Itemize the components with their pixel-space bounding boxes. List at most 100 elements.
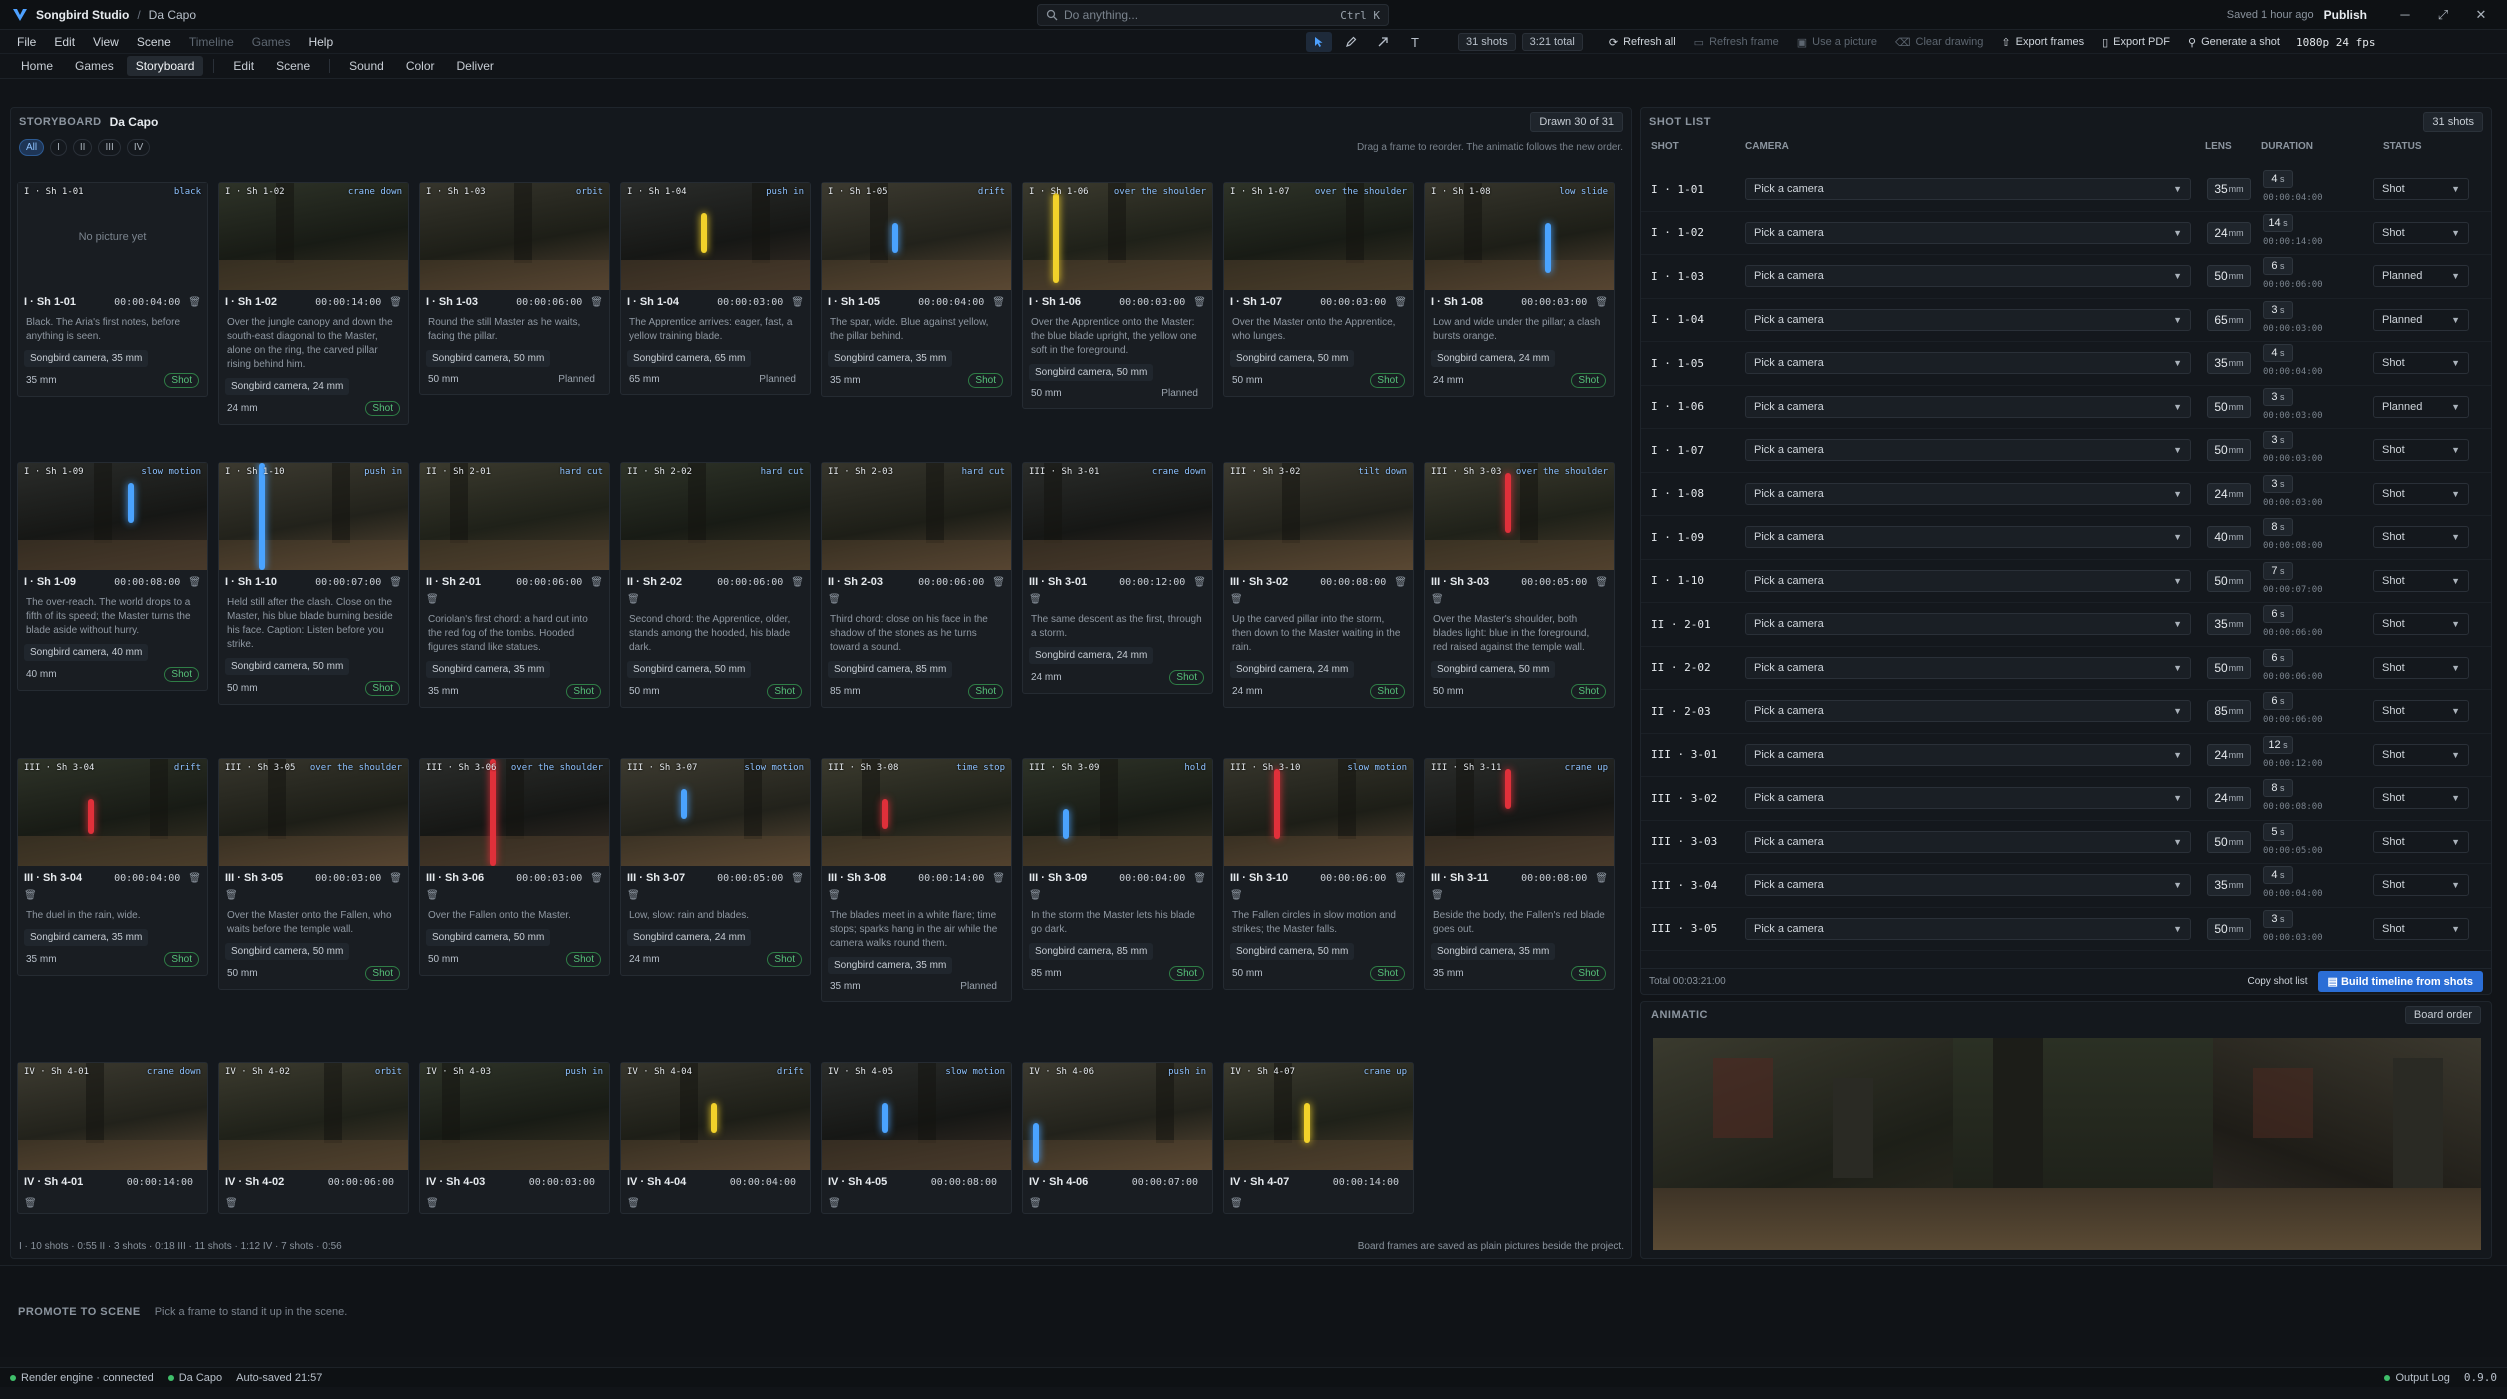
camera-chip[interactable]: Songbird camera, 24 mm [225,378,350,395]
trash-icon[interactable]: 🗑 [627,594,640,605]
storyboard-card[interactable]: I · Sh 1-09 slow motion I · Sh 1-09 00:0… [17,462,208,691]
trash-icon[interactable]: 🗑 [188,873,201,884]
trash-icon[interactable]: 🗑 [1431,594,1444,605]
storyboard-card[interactable]: III · Sh 3-07 slow motion III · Sh 3-07 … [620,758,811,976]
tab-scene[interactable]: Scene [267,56,319,76]
lens-input[interactable]: 24 mm [2207,787,2251,810]
trash-icon[interactable]: 🗑 [828,1198,841,1209]
status-select[interactable]: Shot ▼ [2373,221,2469,244]
tab-storyboard[interactable]: Storyboard [126,56,204,76]
frame-thumbnail[interactable]: III · Sh 3-03 over the shoulder [1425,463,1614,570]
camera-select[interactable]: Pick a camera ▼ [1745,787,2191,810]
status-select[interactable]: Shot ▼ [2373,656,2469,679]
camera-select[interactable]: Pick a camera ▼ [1745,439,2191,462]
minimize-icon[interactable]: ─ [2391,7,2419,22]
trash-icon[interactable]: 🗑 [188,577,201,588]
status-select[interactable]: Shot ▼ [2373,439,2469,462]
tab-games[interactable]: Games [66,56,123,76]
trash-icon[interactable]: 🗑 [828,594,841,605]
publish-button[interactable]: Publish [2324,8,2367,22]
lens-input[interactable]: 50 mm [2207,830,2251,853]
frame-thumbnail[interactable]: I · Sh 1-07 over the shoulder [1224,183,1413,290]
camera-chip[interactable]: Songbird camera, 35 mm [1431,943,1556,960]
storyboard-card[interactable]: IV · Sh 4-06 push in IV · Sh 4-06 00:00:… [1022,1062,1213,1214]
camera-select[interactable]: Pick a camera ▼ [1745,178,2191,201]
duration-input[interactable]: 12 s [2263,735,2293,754]
storyboard-card[interactable]: IV · Sh 4-07 crane up IV · Sh 4-07 00:00… [1223,1062,1414,1214]
trash-icon[interactable]: 🗑 [389,577,402,588]
storyboard-card[interactable]: I · Sh 1-06 over the shoulder I · Sh 1-0… [1022,182,1213,409]
duration-input[interactable]: 7 s [2263,561,2293,580]
storyboard-card[interactable]: IV · Sh 4-01 crane down IV · Sh 4-01 00:… [17,1062,208,1214]
duration-input[interactable]: 8 s [2263,779,2293,798]
status-select[interactable]: Shot ▼ [2373,917,2469,940]
filter-act-iii[interactable]: III [98,138,121,156]
frame-thumbnail[interactable]: III · Sh 3-02 tilt down [1224,463,1413,570]
camera-select[interactable]: Pick a camera ▼ [1745,308,2191,331]
trash-icon[interactable]: 🗑 [1230,890,1243,901]
camera-chip[interactable]: Songbird camera, 50 mm [426,350,551,367]
camera-chip[interactable]: Songbird camera, 24 mm [627,929,752,946]
storyboard-card[interactable]: III · Sh 3-11 crane up III · Sh 3-11 00:… [1424,758,1615,990]
pencil-tool-icon[interactable] [1338,32,1364,52]
frame-thumbnail[interactable]: I · Sh 1-03 orbit [420,183,609,290]
storyboard-card[interactable]: II · Sh 2-02 hard cut II · Sh 2-02 00:00… [620,462,811,708]
duration-input[interactable]: 6 s [2263,605,2293,624]
camera-select[interactable]: Pick a camera ▼ [1745,917,2191,940]
trash-icon[interactable]: 🗑 [791,577,804,588]
camera-chip[interactable]: Songbird camera, 24 mm [1230,661,1355,678]
duration-input[interactable]: 3 s [2263,431,2293,450]
camera-select[interactable]: Pick a camera ▼ [1745,743,2191,766]
camera-chip[interactable]: Songbird camera, 35 mm [24,929,149,946]
storyboard-card[interactable]: I · Sh 1-04 push in I · Sh 1-04 00:00:03… [620,182,811,395]
status-select[interactable]: Planned ▼ [2373,308,2469,331]
filter-act-i[interactable]: I [50,138,67,156]
camera-chip[interactable]: Songbird camera, 65 mm [627,350,752,367]
frame-thumbnail[interactable]: IV · Sh 4-02 orbit [219,1063,408,1170]
camera-chip[interactable]: Songbird camera, 35 mm [24,350,149,367]
status-select[interactable]: Shot ▼ [2373,178,2469,201]
frame-thumbnail[interactable]: I · Sh 1-04 push in [621,183,810,290]
trash-icon[interactable]: 🗑 [590,297,603,308]
duration-input[interactable]: 4 s [2263,170,2293,189]
storyboard-card[interactable]: III · Sh 3-02 tilt down III · Sh 3-02 00… [1223,462,1414,708]
camera-chip[interactable]: Songbird camera, 85 mm [1029,943,1154,960]
camera-select[interactable]: Pick a camera ▼ [1745,700,2191,723]
trash-icon[interactable]: 🗑 [1193,873,1206,884]
camera-chip[interactable]: Songbird camera, 35 mm [828,957,953,974]
trash-icon[interactable]: 🗑 [1394,297,1407,308]
frame-thumbnail[interactable]: IV · Sh 4-06 push in [1023,1063,1212,1170]
status-select[interactable]: Shot ▼ [2373,874,2469,897]
lens-input[interactable]: 50 mm [2207,917,2251,940]
frame-thumbnail[interactable]: III · Sh 3-04 drift [18,759,207,866]
camera-chip[interactable]: Songbird camera, 50 mm [1230,350,1355,367]
trash-icon[interactable]: 🗑 [791,873,804,884]
trash-icon[interactable]: 🗑 [225,1198,238,1209]
camera-select[interactable]: Pick a camera ▼ [1745,395,2191,418]
status-select[interactable]: Shot ▼ [2373,787,2469,810]
storyboard-card[interactable]: I · Sh 1-03 orbit I · Sh 1-03 00:00:06:0… [419,182,610,395]
menu-timeline[interactable]: Timeline [182,33,241,51]
frame-thumbnail[interactable]: III · Sh 3-07 slow motion [621,759,810,866]
frame-thumbnail[interactable]: III · Sh 3-11 crane up [1425,759,1614,866]
frame-thumbnail[interactable]: IV · Sh 4-01 crane down [18,1063,207,1170]
storyboard-card[interactable]: III · Sh 3-01 crane down III · Sh 3-01 0… [1022,462,1213,694]
camera-chip[interactable]: Songbird camera, 24 mm [1431,350,1556,367]
status-select[interactable]: Shot ▼ [2373,830,2469,853]
camera-select[interactable]: Pick a camera ▼ [1745,613,2191,636]
storyboard-card[interactable]: II · Sh 2-01 hard cut II · Sh 2-01 00:00… [419,462,610,708]
tab-deliver[interactable]: Deliver [448,56,503,76]
storyboard-card[interactable]: III · Sh 3-05 over the shoulder III · Sh… [218,758,409,990]
trash-icon[interactable]: 🗑 [590,873,603,884]
menu-help[interactable]: Help [301,33,340,51]
duration-input[interactable]: 6 s [2263,692,2293,711]
refresh-frame-button[interactable]: ▭ Refresh frame [1688,36,1785,49]
copy-shot-list-button[interactable]: Copy shot list [2248,976,2308,987]
frame-thumbnail[interactable]: III · Sh 3-01 crane down [1023,463,1212,570]
frame-thumbnail[interactable]: IV · Sh 4-03 push in [420,1063,609,1170]
camera-chip[interactable]: Songbird camera, 24 mm [1029,647,1154,664]
camera-select[interactable]: Pick a camera ▼ [1745,874,2191,897]
trash-icon[interactable]: 🗑 [24,890,37,901]
camera-chip[interactable]: Songbird camera, 50 mm [225,658,350,675]
camera-chip[interactable]: Songbird camera, 50 mm [426,929,551,946]
